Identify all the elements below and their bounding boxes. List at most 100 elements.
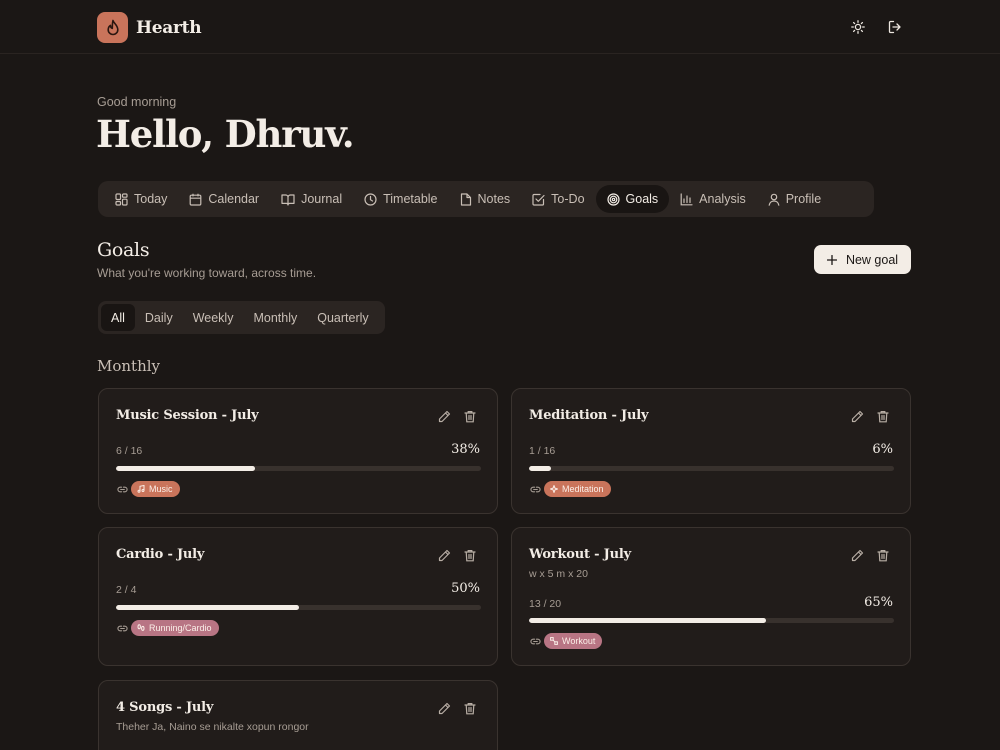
tab-goals[interactable]: Goals bbox=[595, 185, 670, 213]
target-icon bbox=[606, 192, 620, 206]
filter-monthly[interactable]: Monthly bbox=[243, 304, 307, 331]
delete-icon[interactable] bbox=[875, 548, 890, 563]
delete-icon[interactable] bbox=[462, 409, 477, 424]
goal-card: Music Session - July 6 / 16 38% Music bbox=[98, 388, 498, 514]
goal-tag-label: Running/Cardio bbox=[149, 623, 212, 633]
edit-icon[interactable] bbox=[850, 548, 865, 563]
goal-card: Meditation - July 1 / 16 6% Meditation bbox=[511, 388, 911, 514]
progress-bar bbox=[529, 466, 894, 471]
main-nav: Today Calendar Journal Timetable Notes T… bbox=[98, 181, 874, 217]
goal-tag-label: Workout bbox=[562, 636, 596, 646]
goal-count: 2 / 4 bbox=[116, 584, 137, 596]
goal-percent: 6% bbox=[872, 442, 893, 457]
tab-today[interactable]: Today bbox=[104, 185, 178, 213]
goal-tag-label: Music bbox=[149, 484, 173, 494]
goal-description: Theher Ja, Naino se nikalte xopun rongor bbox=[116, 721, 309, 733]
plus-icon bbox=[826, 254, 837, 265]
link-icon[interactable] bbox=[116, 483, 128, 495]
sparkle-icon bbox=[550, 485, 558, 493]
logout-icon[interactable] bbox=[885, 17, 905, 37]
group-title-monthly: Monthly bbox=[97, 357, 161, 375]
tab-todo[interactable]: To-Do bbox=[521, 185, 595, 213]
goal-title: Cardio - July bbox=[116, 547, 205, 562]
file-icon bbox=[460, 192, 471, 206]
filter-all[interactable]: All bbox=[101, 304, 135, 331]
calendar-icon bbox=[189, 193, 202, 206]
book-icon bbox=[281, 193, 295, 206]
goal-tag-label: Meditation bbox=[562, 484, 604, 494]
goal-actions bbox=[437, 548, 477, 563]
tab-timetable[interactable]: Timetable bbox=[353, 185, 448, 213]
goal-count: 6 / 16 bbox=[116, 445, 143, 457]
delete-icon[interactable] bbox=[875, 409, 890, 424]
new-goal-button[interactable]: New goal bbox=[814, 245, 911, 274]
progress-fill bbox=[529, 466, 551, 471]
edit-icon[interactable] bbox=[437, 701, 452, 716]
brand[interactable]: Hearth bbox=[97, 12, 202, 43]
goal-actions bbox=[850, 548, 890, 563]
edit-icon[interactable] bbox=[437, 409, 452, 424]
goal-title: Music Session - July bbox=[116, 408, 259, 423]
greeting-subtitle: Good morning bbox=[97, 95, 177, 109]
checkbox-icon bbox=[532, 193, 545, 206]
goal-actions bbox=[437, 701, 477, 716]
music-note-icon bbox=[137, 485, 145, 493]
progress-fill bbox=[529, 618, 767, 623]
tab-profile[interactable]: Profile bbox=[757, 185, 832, 213]
edit-icon[interactable] bbox=[850, 409, 865, 424]
filter-weekly[interactable]: Weekly bbox=[183, 304, 244, 331]
tab-label: Profile bbox=[785, 192, 822, 206]
goal-percent: 50% bbox=[451, 581, 480, 596]
app-name: Hearth bbox=[136, 17, 202, 38]
tab-label: Analysis bbox=[699, 192, 746, 206]
goal-card: Workout - July w x 5 m x 20 13 / 20 65% … bbox=[511, 527, 911, 666]
progress-fill bbox=[116, 466, 255, 471]
clock-icon bbox=[364, 192, 377, 206]
tab-analysis[interactable]: Analysis bbox=[669, 185, 757, 213]
goal-title: 4 Songs - July bbox=[116, 700, 214, 715]
link-icon[interactable] bbox=[529, 483, 541, 495]
grid-icon bbox=[115, 192, 128, 206]
progress-fill bbox=[116, 605, 299, 610]
new-goal-label: New goal bbox=[845, 252, 899, 267]
goal-tag[interactable]: Meditation bbox=[544, 481, 611, 497]
goal-title: Workout - July bbox=[529, 547, 631, 562]
dumbbell-icon bbox=[550, 637, 558, 645]
goal-card: Cardio - July 2 / 4 50% Running/Cardio bbox=[98, 527, 498, 666]
flame-icon bbox=[97, 12, 128, 43]
goal-card: 4 Songs - July Theher Ja, Naino se nikal… bbox=[98, 680, 498, 750]
footprints-icon bbox=[137, 624, 145, 631]
goal-tag[interactable]: Workout bbox=[544, 633, 603, 649]
goal-tag[interactable]: Running/Cardio bbox=[131, 620, 219, 636]
goal-title: Meditation - July bbox=[529, 408, 649, 423]
delete-icon[interactable] bbox=[462, 548, 477, 563]
tab-label: Notes bbox=[477, 192, 511, 206]
tab-label: Timetable bbox=[383, 192, 438, 206]
goal-percent: 65% bbox=[864, 595, 893, 610]
tab-label: Goals bbox=[625, 192, 659, 206]
tab-label: Calendar bbox=[208, 192, 260, 206]
top-bar: Hearth bbox=[0, 0, 1000, 54]
delete-icon[interactable] bbox=[462, 701, 477, 716]
tab-label: To-Do bbox=[551, 192, 585, 206]
tab-label: Journal bbox=[301, 192, 343, 206]
link-icon[interactable] bbox=[116, 622, 128, 634]
goal-actions bbox=[437, 409, 477, 424]
tab-journal[interactable]: Journal bbox=[270, 185, 353, 213]
progress-bar bbox=[529, 618, 894, 623]
tab-calendar[interactable]: Calendar bbox=[178, 185, 270, 213]
edit-icon[interactable] bbox=[437, 548, 452, 563]
goal-tag[interactable]: Music bbox=[131, 481, 180, 497]
page-subtitle: What you're working toward, across time. bbox=[97, 266, 317, 280]
filter-quarterly[interactable]: Quarterly bbox=[307, 304, 378, 331]
tab-notes[interactable]: Notes bbox=[449, 185, 522, 213]
page-title: Goals bbox=[97, 239, 150, 261]
greeting-title: Hello, Dhruv. bbox=[96, 112, 355, 156]
bar-chart-icon bbox=[680, 192, 693, 205]
link-icon[interactable] bbox=[529, 635, 541, 647]
period-filter: All Daily Weekly Monthly Quarterly bbox=[98, 301, 385, 334]
progress-bar bbox=[116, 466, 481, 471]
sun-icon[interactable] bbox=[848, 17, 868, 37]
tab-label: Today bbox=[134, 192, 168, 206]
filter-daily[interactable]: Daily bbox=[135, 304, 183, 331]
